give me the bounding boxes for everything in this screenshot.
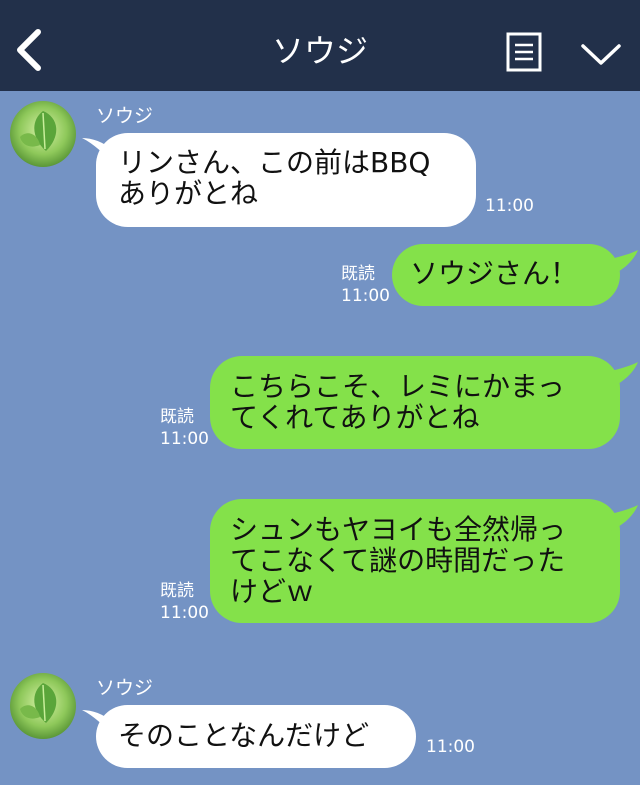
sender-name: ソウジ [96,105,154,127]
message-line: リンさん、この前はBBQ [118,146,431,179]
read-receipt: 既読 11:00 [341,264,390,306]
message-bubble[interactable]: こちらこそ、レミにかまっ てくれてありがとね [210,356,620,449]
message-line: シュンもヤヨイも全然帰っ [230,513,567,546]
sender-name: ソウジ [96,677,154,699]
bubble-tail [606,250,638,276]
menu-icon[interactable] [506,32,542,72]
message-line: けどｗ [230,575,315,608]
chevron-down-icon[interactable] [580,40,622,68]
read-receipt: 既読 11:00 [160,581,209,623]
read-receipt: 既読 11:00 [160,407,209,449]
message-line: てこなくて謎の時間だった [230,544,566,577]
avatar[interactable] [10,101,76,167]
message-bubble[interactable]: そのことなんだけど [96,705,416,768]
message-bubble[interactable]: リンさん、この前はBBQ ありがとね [96,133,476,227]
bubble-tail [606,505,638,531]
message-time: 11:00 [426,737,475,757]
message-line: こちらこそ、レミにかまっ [230,370,565,403]
message-line: ソウジさん！ [410,257,579,290]
message-line: そのことなんだけど [118,719,370,752]
message-bubble[interactable]: シュンもヤヨイも全然帰っ てこなくて謎の時間だった けどｗ [210,499,620,623]
bubble-tail [606,362,638,388]
chat-title: ソウジ [271,32,368,70]
chat-header: ソウジ [0,0,640,91]
message-bubble[interactable]: ソウジさん！ [392,244,620,306]
message-time: 11:00 [485,196,534,216]
message-line: てくれてありがとね [230,401,480,434]
message-line: ありがとね [118,177,259,210]
avatar[interactable] [10,673,76,739]
